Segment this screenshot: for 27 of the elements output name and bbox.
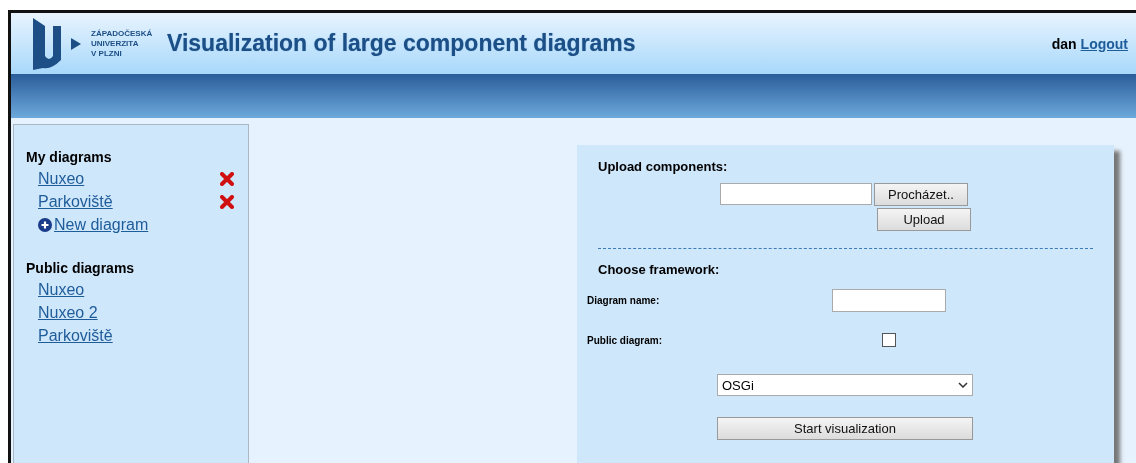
diagram-link[interactable]: Nuxeo 2 bbox=[38, 303, 98, 322]
diagram-link[interactable]: Parkoviště bbox=[38, 326, 113, 345]
diagram-link[interactable]: Parkoviště bbox=[38, 192, 113, 211]
browse-button[interactable]: Procházet.. bbox=[874, 183, 968, 206]
section-title: Choose framework: bbox=[598, 262, 721, 277]
section-title: Public diagrams bbox=[26, 260, 136, 276]
delete-icon[interactable] bbox=[220, 171, 234, 186]
new-diagram-link[interactable]: New diagram bbox=[54, 216, 149, 234]
add-icon bbox=[38, 218, 52, 232]
diagram-link[interactable]: Nuxeo bbox=[38, 280, 85, 299]
section-title: Upload components: bbox=[598, 159, 729, 174]
diagram-name-field[interactable] bbox=[832, 288, 946, 312]
upload-button[interactable]: Upload bbox=[877, 208, 971, 231]
field-label: Diagram name: bbox=[587, 294, 661, 306]
page-title: Visualization of large component diagrams bbox=[167, 30, 637, 57]
diagram-link[interactable]: Nuxeo bbox=[38, 169, 85, 188]
section-title: My diagrams bbox=[26, 149, 113, 165]
logout-link[interactable]: Logout bbox=[1080, 35, 1128, 52]
file-path-field[interactable] bbox=[720, 183, 872, 205]
university-logo-icon bbox=[31, 17, 83, 70]
username: dan bbox=[1051, 35, 1077, 52]
start-visualization-button[interactable]: Start visualization bbox=[717, 417, 973, 440]
university-name: ZÁPADOČESKÁ UNIVERZITA V PLZNI bbox=[91, 28, 153, 59]
framework-dropdown[interactable]: OSGi bbox=[717, 374, 973, 396]
field-label: Public diagram: bbox=[587, 334, 663, 346]
public-checkbox[interactable] bbox=[882, 333, 896, 347]
delete-icon[interactable] bbox=[220, 194, 234, 209]
